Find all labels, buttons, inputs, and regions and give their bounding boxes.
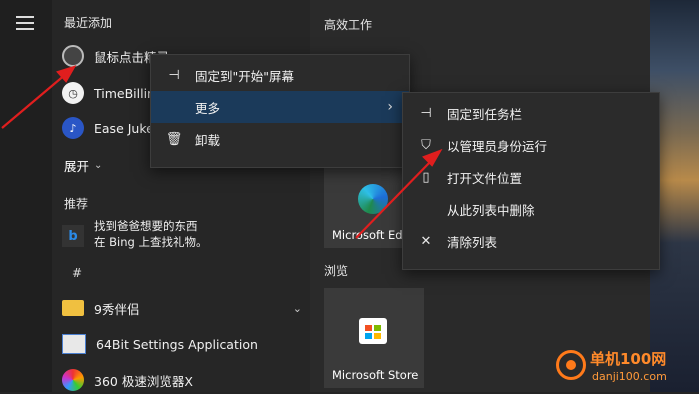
watermark-url: danji100.com xyxy=(592,370,667,383)
annotation-arrows xyxy=(1,65,443,239)
watermark-name: 单机100网 xyxy=(590,350,667,368)
red-arrow-to-app xyxy=(1,65,77,129)
watermark-logo-icon xyxy=(556,350,586,380)
red-arrow-to-run-as-admin xyxy=(355,148,443,239)
